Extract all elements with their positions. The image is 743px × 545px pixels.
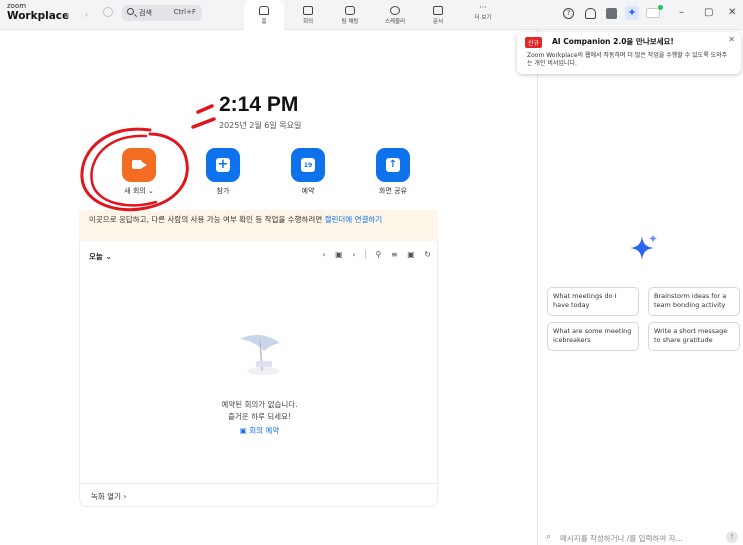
tab-more[interactable]: ··· 더 보기 (463, 0, 503, 30)
next-day-icon[interactable]: › (352, 250, 355, 259)
title-bar: zoom Workplace ‹ › 검색 Ctrl+F 홈 회의 팀 채팅 스… (0, 0, 743, 30)
card-divider (80, 483, 437, 484)
calendar-icon: 19 (301, 158, 315, 172)
brand-small: zoom (7, 2, 27, 10)
ai-companion-icon[interactable]: ✦ (625, 6, 639, 20)
join-label: 참가 (216, 187, 230, 195)
schedule-button[interactable]: 19 예약 (278, 148, 338, 196)
close-window-icon[interactable]: ✕ (728, 7, 736, 18)
search-label: 검색 (139, 9, 152, 17)
prev-day-icon[interactable]: ‹ (322, 250, 325, 259)
meetings-card: 오늘 ⌄ ‹ ▣ › ⚲ ≡ ▣ ↻ 예약된 회의가 없습니다. 즐거운 하루 … (79, 241, 438, 507)
search-icon (127, 8, 134, 15)
presence-status-dot (658, 5, 663, 10)
open-recordings-link[interactable]: 녹화 열기 › (91, 491, 126, 502)
attachment-paperclip-icon[interactable]: ⌕ (546, 532, 551, 542)
share-screen-label: 화면 공유 (379, 187, 407, 195)
beach-umbrella-illustration (240, 334, 280, 375)
avatar[interactable] (646, 5, 663, 18)
send-arrow-icon[interactable]: ↑ (726, 531, 738, 543)
prompt-suggestion[interactable]: Brainstorm ideas for a team bonding acti… (648, 287, 740, 316)
new-badge: 신규 (525, 37, 543, 48)
share-screen-button[interactable]: ↑ 화면 공유 (363, 148, 423, 196)
no-meetings-text: 예약된 회의가 없습니다. (221, 400, 298, 409)
tab-meetings-label: 회의 (302, 19, 314, 25)
calendar-connect-banner: 이곳으로 응답하고, 다른 사람의 사용 가능 여부 확인 등 작업을 수행하려… (79, 210, 438, 241)
chevron-right-icon: › (123, 492, 127, 501)
room-icon[interactable]: ⚲ (376, 250, 382, 259)
zoom-workplace-logo: zoom Workplace (7, 3, 69, 22)
tab-scheduler[interactable]: 스케줄러 (375, 0, 415, 30)
current-date: 2025년 2월 6일 목요일 (219, 121, 302, 130)
search-box[interactable]: 검색 Ctrl+F (122, 5, 202, 21)
home-icon (259, 6, 269, 15)
prompt-suggestion[interactable]: Write a short message to share gratitude (648, 322, 740, 351)
chat-bubble-icon (345, 6, 355, 15)
tab-home[interactable]: 홈 (244, 0, 284, 30)
date-filter-dropdown[interactable]: 오늘 ⌄ (89, 251, 112, 262)
apps-icon[interactable] (606, 8, 617, 19)
calendar-icon: ▣ (239, 426, 247, 435)
search-shortcut: Ctrl+F (173, 8, 196, 16)
calendar-connect-text: 이곳으로 응답하고, 다른 사람의 사용 가능 여부 확인 등 작업을 수행하려… (89, 215, 325, 224)
tab-team-chat-label: 팀 채팅 (341, 19, 359, 25)
ai-message-composer[interactable]: ⌕ 메시지를 작성하거나 /를 입력하여 자... ↑ (546, 527, 740, 545)
close-icon[interactable]: ✕ (728, 35, 735, 44)
history-icon[interactable] (103, 7, 113, 17)
share-arrow-icon: ↑ (386, 158, 400, 172)
filter-icon[interactable]: ≡ (391, 250, 398, 259)
tab-scheduler-label: 스케줄러 (384, 19, 406, 25)
schedule-label: 예약 (301, 187, 315, 195)
brand-large: Workplace (7, 10, 70, 22)
video-camera-icon (303, 6, 313, 15)
have-a-nice-day-text: 즐거운 하루 되세요! (228, 412, 291, 421)
more-dots-icon: ··· (479, 3, 487, 12)
tab-docs[interactable]: 문서 (418, 0, 458, 30)
announcement-title: AI Companion 2.0을 만나보세요! (552, 37, 674, 46)
ai-sparkle-icon (630, 234, 658, 260)
tab-team-chat[interactable]: 팀 채팅 (330, 0, 370, 30)
clock-icon (390, 6, 400, 15)
minimize-icon[interactable]: – (679, 7, 684, 18)
back-arrow-icon[interactable]: ‹ (66, 8, 70, 21)
join-button[interactable]: + 참가 (193, 148, 253, 196)
meetings-toolbar: ‹ ▣ › ⚲ ≡ ▣ ↻ (315, 250, 431, 259)
calendar-settings-icon[interactable]: ▣ (407, 250, 415, 259)
schedule-meeting-label: 회의 예약 (249, 426, 280, 435)
date-filter-label: 오늘 (89, 252, 103, 261)
connect-calendar-link[interactable]: 캘린더에 연결하기 (325, 215, 383, 224)
share-screen-tile[interactable]: ↑ (376, 148, 410, 182)
plus-icon: + (216, 157, 230, 172)
tab-more-label: 더 보기 (474, 15, 492, 21)
calendar-picker-icon[interactable]: ▣ (335, 250, 343, 259)
new-meeting-tile[interactable] (122, 148, 156, 182)
maximize-icon[interactable]: ▢ (704, 7, 713, 18)
prompt-suggestion[interactable]: What are some meeting icebreakers (547, 322, 639, 351)
forward-arrow-icon[interactable]: › (84, 8, 88, 21)
document-icon (433, 6, 443, 15)
prompt-suggestion[interactable]: What meetings do I have today (547, 287, 639, 316)
tab-meetings[interactable]: 회의 (288, 0, 328, 30)
toolbar-divider (364, 250, 366, 259)
refresh-icon[interactable]: ↻ (424, 250, 431, 259)
schedule-tile[interactable]: 19 (291, 148, 325, 182)
chevron-down-icon: ⌄ (105, 252, 112, 261)
video-camera-icon (132, 160, 147, 169)
new-meeting-button[interactable]: 새 회의 ⌄ (109, 148, 169, 196)
announcement-body: Zoom Workplace의 웹에서 작동하며 더 많은 작업을 수행할 수 … (527, 52, 728, 67)
open-recordings-label: 녹화 열기 (91, 492, 121, 501)
tab-home-label: 홈 (261, 19, 267, 25)
help-icon[interactable]: ? (563, 8, 574, 19)
notification-bell-icon[interactable] (585, 8, 596, 19)
composer-placeholder: 메시지를 작성하거나 /를 입력하여 자... (560, 534, 683, 543)
new-meeting-label: 새 회의 (124, 187, 146, 195)
ai-companion-announcement: 신규 AI Companion 2.0을 만나보세요! ✕ Zoom Workp… (517, 32, 741, 74)
tab-docs-label: 문서 (432, 19, 444, 25)
current-time: 2:14 PM (219, 93, 299, 116)
chevron-down-icon[interactable]: ⌄ (148, 187, 154, 195)
join-tile[interactable]: + (206, 148, 240, 182)
schedule-meeting-link[interactable]: ▣ 회의 예약 (80, 425, 439, 436)
